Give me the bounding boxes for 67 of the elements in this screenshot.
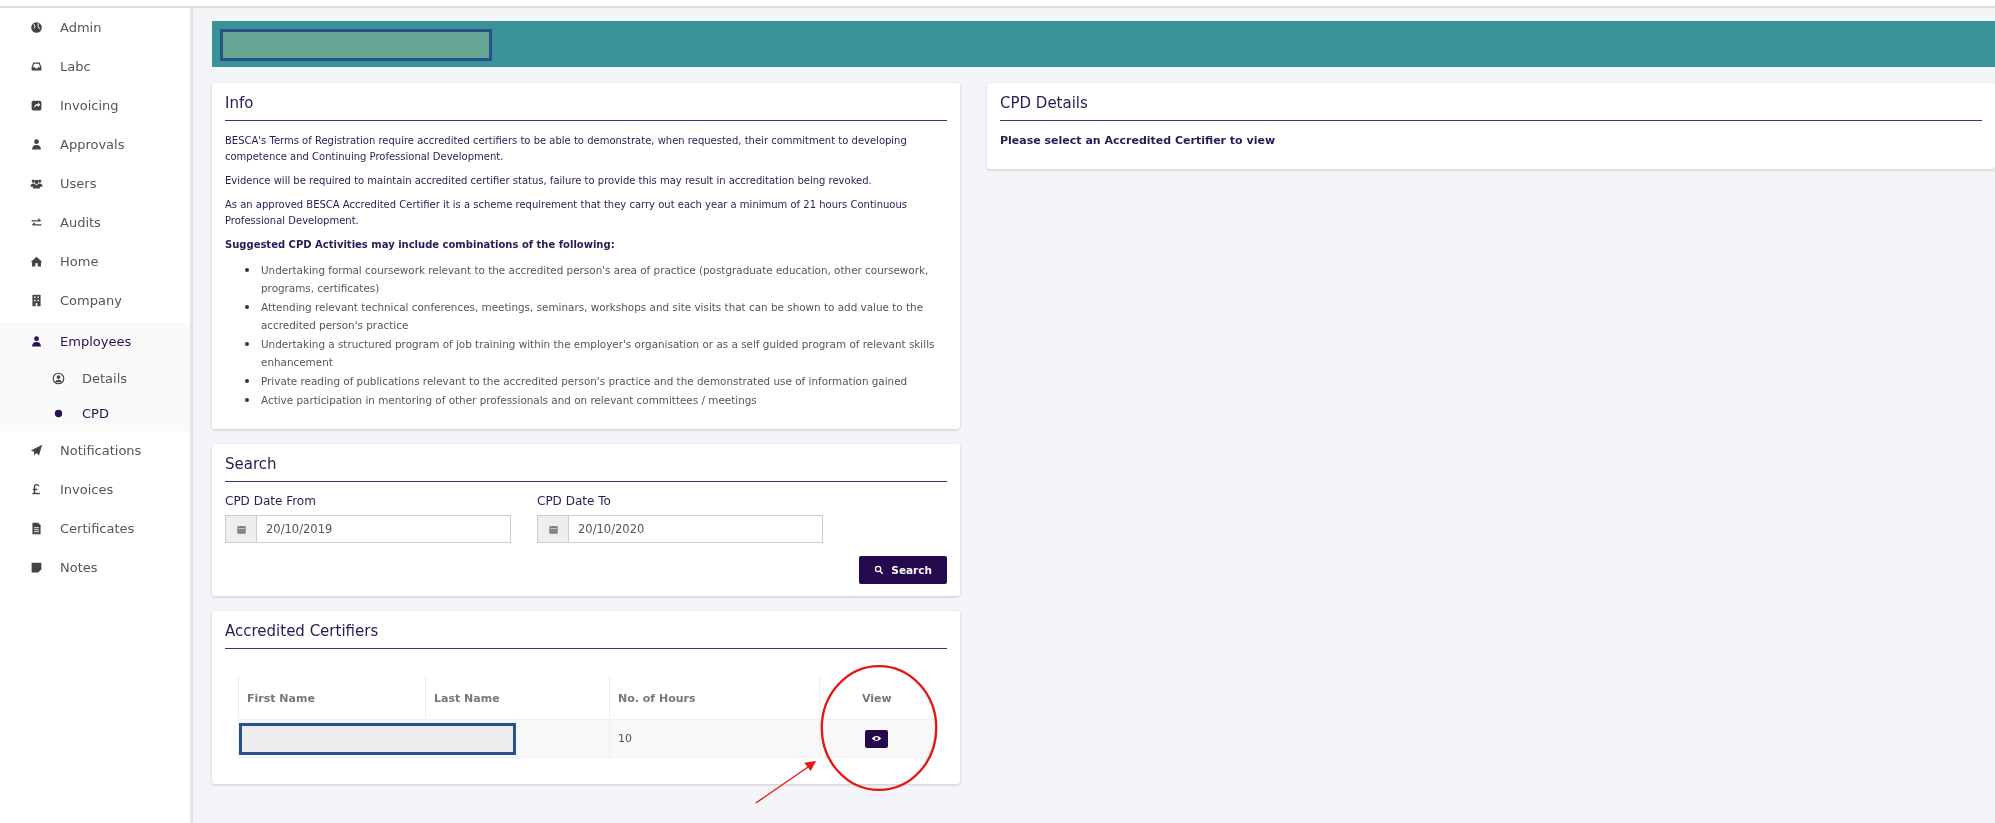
eye-icon [871, 733, 882, 744]
sidebar-item[interactable]: Invoices [0, 470, 190, 509]
card-title: Search [225, 452, 947, 482]
share-icon [30, 99, 43, 112]
info-paragraph: As an approved BESCA Accredited Certifier it is a scheme requirement that they carry out each year a minimum of 21 hours Continuous Professional Development. [225, 198, 908, 228]
date-field[interactable]: 20/10/2019 [257, 515, 511, 543]
card-title: Info [225, 91, 947, 121]
note-icon [30, 561, 43, 574]
calendar-addon[interactable] [537, 515, 569, 543]
info-paragraph: Evidence will be required to maintain accredited certifier status, failure to provide this may result in accreditation being revoked. [225, 174, 873, 188]
list-item: Attending relevant technical conferences, meetings, seminars, workshops and site visits that can be shown to add value to the accredited person's practice [261, 300, 925, 333]
sidebar-item[interactable]: Notes [0, 548, 190, 587]
calendar-addon[interactable] [225, 515, 257, 543]
user-icon [30, 138, 43, 151]
field-label: CPD Date To [537, 494, 612, 508]
sidebar-item[interactable]: Labc [0, 47, 190, 86]
info-paragraph: BESCA's Terms of Registration require accredited certifiers to be able to demonstrate, when requested, their commitment to developing competence and Continuing Professional Development. [225, 134, 908, 164]
dot-icon [52, 407, 65, 420]
search-icon [874, 565, 885, 575]
calendar-icon [547, 523, 559, 535]
bullet-icon [245, 342, 249, 346]
column-header: First Name [247, 691, 315, 705]
card-title: Accredited Certifiers [225, 619, 947, 649]
bullet-icon [245, 398, 249, 402]
table-cell: 10 [618, 732, 632, 745]
list-heading: Suggested CPD Activities may include combinations of the following: [225, 238, 616, 252]
sidebar-item[interactable]: Invoicing [0, 86, 190, 125]
field-label: CPD Date From [225, 494, 317, 508]
user-icon [30, 335, 43, 348]
document-icon [30, 522, 43, 535]
column-header: View [861, 691, 892, 705]
bullet-icon [245, 305, 249, 309]
sidebar-item[interactable]: Approvals [0, 125, 190, 164]
pound-icon [30, 483, 43, 496]
sidebar-subitem[interactable]: CPD [0, 396, 190, 431]
list-item: Active participation in mentoring of other professionals and on relevant committees / meetings [261, 393, 757, 408]
date-field[interactable]: 20/10/2020 [569, 515, 823, 543]
empty-message: Please select an Accredited Certifier to view [1000, 133, 1277, 149]
bullet-icon [245, 268, 249, 272]
sidebar-item[interactable]: Admin [0, 8, 190, 47]
list-item: Private reading of publications relevant to the accredited person's practice and the demonstrated use of information gained [261, 374, 908, 389]
search-button[interactable]: Search [859, 556, 947, 584]
paper-plane-icon [30, 444, 43, 457]
sidebar-item[interactable]: Users [0, 164, 190, 203]
user-circle-icon [52, 372, 65, 385]
card-title: CPD Details [1000, 91, 1982, 121]
sidebar-item[interactable]: Company [0, 281, 190, 320]
sidebar-item[interactable]: Certificates [0, 509, 190, 548]
sidebar-item[interactable]: Home [0, 242, 190, 281]
calendar-icon [235, 523, 247, 535]
column-header: No. of Hours [618, 691, 696, 705]
arrows-icon [30, 216, 43, 229]
sidebar-subitem[interactable]: Details [0, 361, 190, 396]
inbox-icon [30, 60, 43, 73]
list-item: Undertaking a structured program of job training within the employer's organisation or as a self guided program of relevant skills enhancement [261, 337, 936, 370]
bullet-icon [245, 379, 249, 383]
annotation-arrow [754, 758, 818, 806]
column-header: Last Name [434, 691, 500, 705]
users-icon [30, 177, 43, 190]
sidebar-item[interactable]: Notifications [0, 431, 190, 470]
sidebar-item[interactable]: Audits [0, 203, 190, 242]
view-button[interactable] [865, 729, 888, 748]
sidebar-item[interactable]: Employees [0, 322, 190, 361]
building-icon [30, 294, 43, 307]
globe-icon [30, 21, 43, 34]
list-item: Undertaking formal coursework relevant to the accredited person's area of practice (postgraduate education, other coursework, programs, certificates) [261, 263, 930, 296]
home-icon [30, 255, 43, 268]
